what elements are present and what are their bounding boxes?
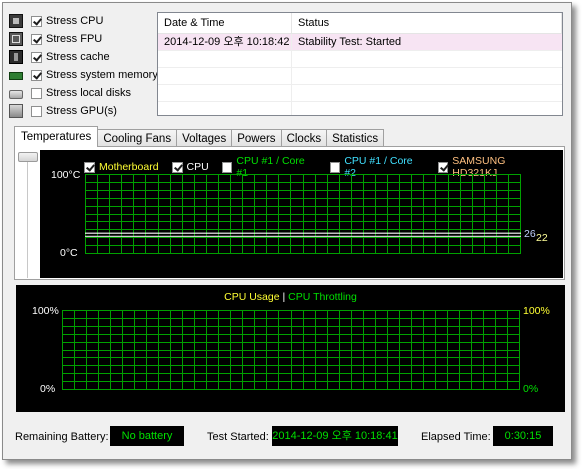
temperature-chart: Motherboard CPU CPU #1 / Core #1 CPU #1 … — [40, 150, 563, 278]
column-header-status[interactable]: Status — [292, 13, 562, 33]
usage-axis-bottom-left: 0% — [40, 383, 56, 395]
legend-core2-checkbox[interactable] — [329, 161, 341, 173]
log-row-empty — [158, 68, 562, 85]
memory-icon — [9, 72, 23, 80]
stress-memory-option[interactable]: Stress system memory — [9, 67, 158, 83]
stress-gpu-label: Stress GPU(s) — [46, 105, 117, 117]
log-row-empty — [158, 102, 562, 115]
stress-disks-checkbox[interactable] — [31, 87, 42, 99]
usage-grid — [62, 310, 520, 390]
gpu-icon — [9, 104, 23, 118]
title-separator: | — [282, 291, 286, 303]
legend-motherboard-checkbox[interactable] — [84, 161, 95, 173]
tab-clocks[interactable]: Clocks — [280, 129, 328, 147]
legend-samsung-disk-checkbox[interactable] — [437, 161, 449, 173]
legend-cpu-checkbox[interactable] — [171, 161, 183, 173]
stress-cache-checkbox[interactable] — [31, 51, 42, 63]
log-cell-datetime: 2014-12-09 오후 10:18:42 — [158, 34, 292, 50]
cpu-usage-title: CPU Usage — [224, 291, 280, 303]
cache-icon — [9, 50, 23, 64]
cpu-usage-chart: CPU Usage | CPU Throttling 100% 0% 100% … — [16, 285, 565, 412]
stress-disks-label: Stress local disks — [46, 87, 131, 99]
tab-voltages[interactable]: Voltages — [176, 129, 233, 147]
usage-axis-top-left: 100% — [32, 305, 59, 317]
log-cell-status: Stability Test: Started — [298, 36, 402, 48]
legend-core1-checkbox[interactable] — [221, 161, 233, 173]
log-row-empty — [158, 85, 562, 102]
test-started-value: 2014-12-09 오후 10:18:41 — [272, 426, 398, 446]
disk-icon — [9, 90, 23, 99]
tab-strip: Temperatures Cooling Fans Voltages Power… — [14, 126, 385, 147]
slider-thumb[interactable] — [18, 152, 38, 162]
test-started-label: Test Started: — [207, 431, 269, 443]
stress-gpu-option[interactable]: Stress GPU(s) — [9, 103, 117, 119]
cpu-temp-readout: 26 — [524, 228, 536, 240]
legend-motherboard-label: Motherboard — [99, 161, 159, 173]
column-header-datetime[interactable]: Date & Time — [158, 13, 292, 33]
stress-gpu-checkbox[interactable] — [31, 105, 42, 117]
event-log-table[interactable]: Date & Time Status 2014-12-09 오후 10:18:4… — [157, 12, 563, 116]
battery-value: No battery — [110, 426, 184, 446]
legend-cpu-label: CPU — [186, 161, 209, 173]
motherboard-temp-readout: 22 — [536, 232, 548, 244]
tab-temperatures[interactable]: Temperatures — [14, 126, 99, 147]
tab-powers[interactable]: Powers — [231, 129, 282, 147]
temp-axis-bottom-label: 0°C — [60, 247, 78, 259]
log-row[interactable]: 2014-12-09 오후 10:18:42 Stability Test: S… — [158, 34, 562, 51]
stress-fpu-checkbox[interactable] — [31, 33, 42, 45]
usage-axis-bottom-right: 0% — [523, 383, 539, 395]
cpu-icon — [9, 14, 23, 28]
battery-label: Remaining Battery: — [15, 431, 109, 443]
usage-axis-top-right: 100% — [523, 305, 550, 317]
stress-fpu-option[interactable]: Stress FPU — [9, 31, 102, 47]
usage-chart-title: CPU Usage | CPU Throttling — [16, 291, 565, 303]
legend-motherboard[interactable]: Motherboard — [84, 161, 159, 173]
slider-track — [27, 162, 28, 278]
stress-disks-option[interactable]: Stress local disks — [9, 85, 131, 101]
legend-cpu[interactable]: CPU — [171, 161, 209, 173]
temp-axis-top-label: 100°C — [51, 169, 81, 181]
elapsed-time-label: Elapsed Time: — [421, 431, 491, 443]
log-header: Date & Time Status — [158, 13, 562, 34]
tab-cooling-fans[interactable]: Cooling Fans — [97, 129, 178, 147]
stress-fpu-label: Stress FPU — [46, 33, 103, 45]
stress-cache-option[interactable]: Stress cache — [9, 49, 110, 65]
chart-scroll-slider[interactable] — [18, 152, 38, 278]
cpu-throttling-title: CPU Throttling — [288, 291, 357, 303]
stress-cache-label: Stress cache — [46, 51, 110, 63]
elapsed-time-value: 0:30:15 — [493, 426, 553, 446]
log-row-empty — [158, 51, 562, 68]
stress-cpu-option[interactable]: Stress CPU — [9, 13, 103, 29]
fpu-icon — [9, 32, 23, 46]
stress-memory-label: Stress system memory — [46, 69, 158, 81]
temperature-grid — [85, 174, 521, 254]
stress-cpu-label: Stress CPU — [46, 15, 104, 27]
stress-memory-checkbox[interactable] — [31, 69, 42, 81]
stress-cpu-checkbox[interactable] — [31, 15, 42, 27]
tab-statistics[interactable]: Statistics — [326, 129, 385, 147]
